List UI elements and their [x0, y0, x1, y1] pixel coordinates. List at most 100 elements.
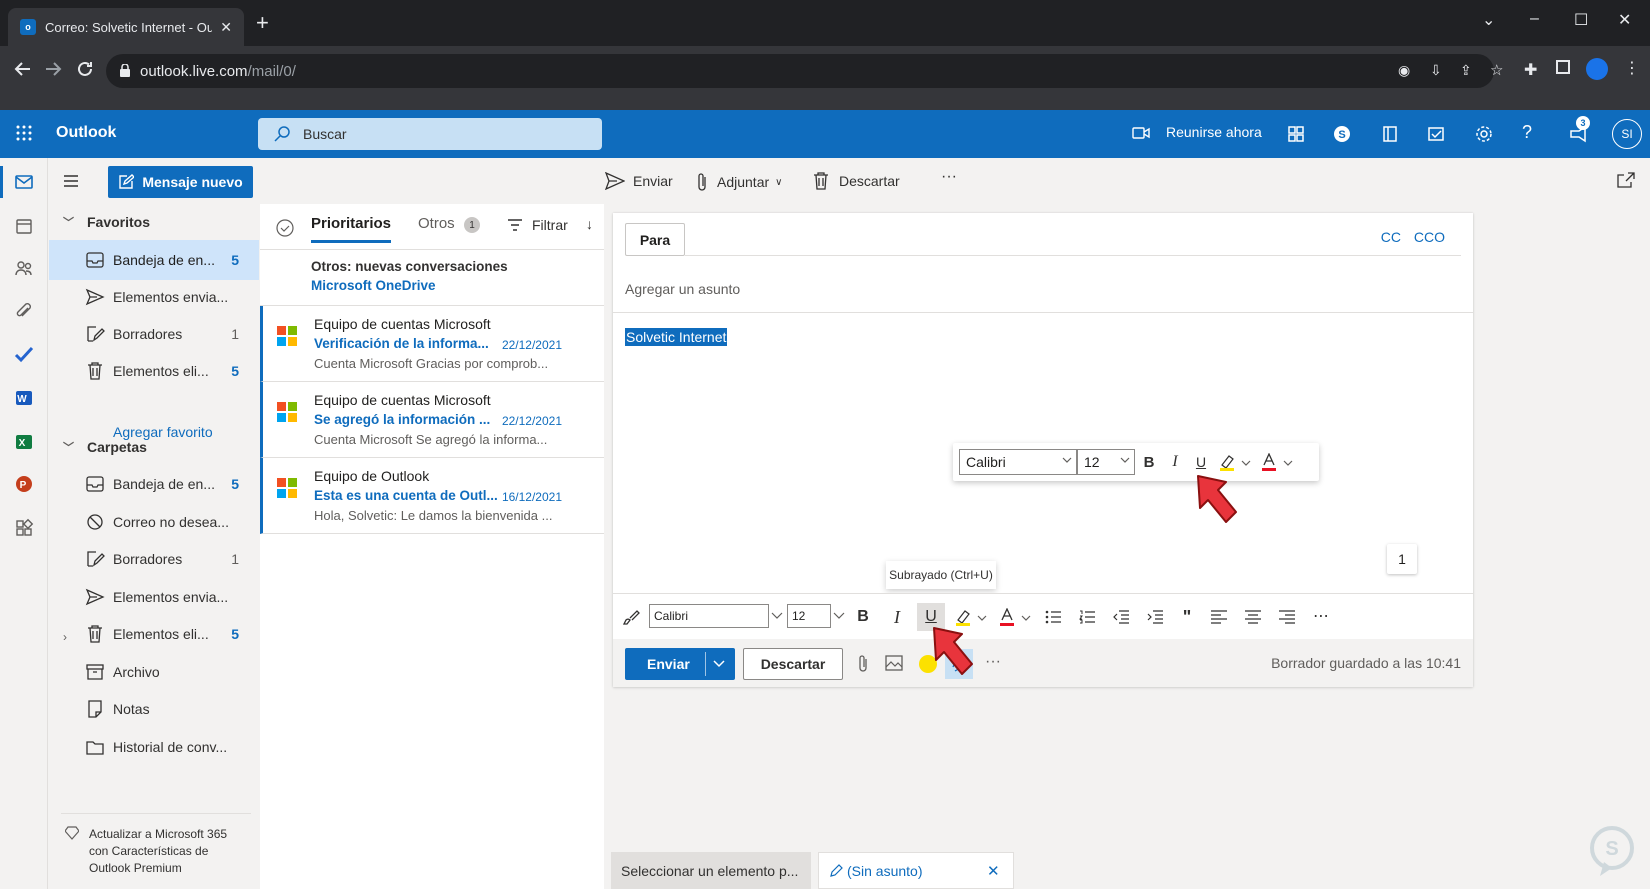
app-launcher-icon[interactable] [16, 125, 32, 141]
chevron-down-icon[interactable] [1021, 614, 1031, 622]
folder-item[interactable]: Bandeja de en... 5 [49, 464, 259, 504]
format-painter-icon[interactable] [623, 609, 641, 625]
bcc-button[interactable]: CCO [1414, 229, 1445, 245]
excel-icon[interactable]: X [14, 432, 34, 452]
filter-button[interactable]: Filtrar [532, 217, 568, 233]
align-right-icon[interactable] [1279, 610, 1295, 624]
message-item[interactable]: Equipo de Outlook Esta es una cuenta de O… [260, 458, 604, 534]
share-icon[interactable]: ⇪ [1460, 62, 1472, 79]
avatar[interactable]: SI [1612, 119, 1642, 149]
font-color-icon[interactable] [999, 608, 1015, 626]
favorite-item[interactable]: Elementos envia... [49, 277, 259, 317]
powerpoint-icon[interactable]: P [14, 474, 34, 494]
message-item[interactable]: Equipo de cuentas Microsoft Verificación … [260, 306, 604, 382]
discard-button[interactable]: Descartar [743, 648, 843, 680]
send-command[interactable]: Enviar [605, 172, 673, 190]
increase-indent-icon[interactable] [1147, 610, 1163, 624]
todo-check-icon[interactable] [14, 344, 34, 364]
bottom-tab-select[interactable]: Seleccionar un elemento p... [611, 852, 811, 889]
add-favorite-link[interactable]: Agregar favorito [113, 424, 213, 440]
forward-icon[interactable] [44, 60, 62, 78]
tab-search-icon[interactable]: ⌄ [1482, 10, 1495, 30]
attachment-icon[interactable] [14, 302, 34, 322]
browser-tab[interactable]: o Correo: Solvetic Internet - Outloo ✕ [8, 8, 244, 46]
bookmark-star-icon[interactable]: ☆ [1490, 61, 1503, 79]
subject-input[interactable]: Agregar un asunto [625, 281, 740, 297]
close-tab-icon[interactable]: ✕ [220, 19, 232, 36]
office-icon[interactable] [1380, 124, 1400, 144]
align-left-icon[interactable] [1211, 610, 1227, 624]
discard-command[interactable]: Descartar [813, 172, 900, 190]
new-tab-button[interactable]: + [256, 12, 269, 34]
float-font-select[interactable]: Calibri [959, 449, 1077, 475]
more-options-icon[interactable]: ··· [985, 653, 1001, 671]
message-item[interactable]: Equipo de cuentas Microsoft Se agregó la … [260, 382, 604, 458]
more-apps-icon[interactable] [14, 518, 34, 538]
video-meet-icon[interactable] [1132, 126, 1150, 140]
meet-now-button[interactable]: Reunirse ahora [1166, 124, 1262, 140]
italic-button[interactable]: I [1163, 450, 1187, 474]
folder-item[interactable]: Elementos eli... 5 [49, 614, 259, 654]
settings-gear-icon[interactable] [1474, 124, 1494, 144]
sidepanel-icon[interactable] [1556, 60, 1570, 74]
to-button[interactable]: Para [625, 223, 685, 256]
favorite-item[interactable]: Elementos eli... 5 [49, 351, 259, 391]
tab-other[interactable]: Otros [418, 215, 455, 232]
hamburger-menu-icon[interactable] [63, 174, 79, 188]
todo-icon[interactable] [1426, 124, 1446, 144]
insert-image-icon[interactable] [885, 655, 903, 671]
bold-button[interactable]: B [851, 605, 875, 629]
close-icon[interactable]: ✕ [987, 862, 1000, 880]
new-message-button[interactable]: Mensaje nuevo [108, 166, 253, 198]
favorites-header[interactable]: ﹀ Favoritos [63, 214, 150, 230]
italic-button[interactable]: I [885, 605, 909, 629]
quote-icon[interactable]: " [1175, 605, 1199, 629]
float-size-select[interactable]: 12 [1077, 449, 1135, 475]
font-color-icon[interactable] [1261, 453, 1277, 471]
skype-icon[interactable]: S [1332, 124, 1352, 144]
folder-item[interactable]: Borradores 1 [49, 539, 259, 579]
attach-command[interactable]: Adjuntar ∨ [695, 172, 782, 192]
address-bar[interactable]: outlook.live.com/mail/0/ ◉ ⇩ ⇪ ☆ [106, 54, 1503, 88]
send-button[interactable]: Enviar [625, 648, 735, 680]
filter-icon[interactable] [508, 219, 522, 231]
reload-icon[interactable] [76, 60, 94, 78]
maximize-button[interactable]: ☐ [1574, 10, 1588, 30]
chevron-down-icon[interactable] [977, 614, 987, 622]
word-icon[interactable]: W [14, 388, 34, 408]
folders-header[interactable]: ﹀ Carpetas [63, 439, 147, 455]
attach-icon[interactable] [857, 655, 869, 673]
chevron-down-icon[interactable] [771, 612, 783, 620]
to-field-line[interactable] [685, 255, 1461, 256]
tab-focused[interactable]: Prioritarios [311, 215, 391, 232]
cc-button[interactable]: CC [1381, 229, 1401, 245]
bottom-tab-draft[interactable]: (Sin asunto) ✕ [818, 852, 1014, 889]
more-format-icon[interactable]: ⋯ [1309, 604, 1333, 628]
app-name[interactable]: Outlook [56, 124, 116, 142]
calendar-icon[interactable] [14, 216, 34, 236]
chrome-menu-icon[interactable]: ⋮ [1624, 58, 1640, 78]
numbering-icon[interactable] [1079, 610, 1095, 624]
search-box[interactable]: Buscar [258, 118, 602, 150]
people-icon[interactable] [14, 258, 34, 278]
font-size-select[interactable]: 12 [787, 604, 831, 628]
select-all-icon[interactable] [276, 219, 294, 237]
eye-icon[interactable]: ◉ [1398, 62, 1410, 79]
body-selected-text[interactable]: Solvetic Internet [625, 328, 728, 346]
sort-arrow-icon[interactable]: ↓ [586, 216, 593, 232]
chevron-down-icon[interactable] [833, 612, 845, 620]
highlight-icon[interactable] [1219, 453, 1237, 471]
folder-item[interactable]: Correo no desea... [49, 502, 259, 542]
install-icon[interactable]: ⇩ [1430, 62, 1442, 79]
folder-item[interactable]: Historial de conv... [49, 727, 259, 767]
more-options-icon[interactable]: ··· [941, 168, 957, 186]
my-day-icon[interactable] [1286, 124, 1306, 144]
align-center-icon[interactable] [1245, 610, 1261, 624]
other-notice[interactable]: Otros: nuevas conversaciones Microsoft O… [260, 250, 604, 306]
bullets-icon[interactable] [1045, 610, 1061, 624]
favorite-item[interactable]: Borradores 1 [49, 314, 259, 354]
folder-item[interactable]: Elementos envia... [49, 577, 259, 617]
profile-avatar-icon[interactable] [1586, 58, 1608, 80]
bold-button[interactable]: B [1137, 450, 1161, 474]
decrease-indent-icon[interactable] [1113, 610, 1129, 624]
